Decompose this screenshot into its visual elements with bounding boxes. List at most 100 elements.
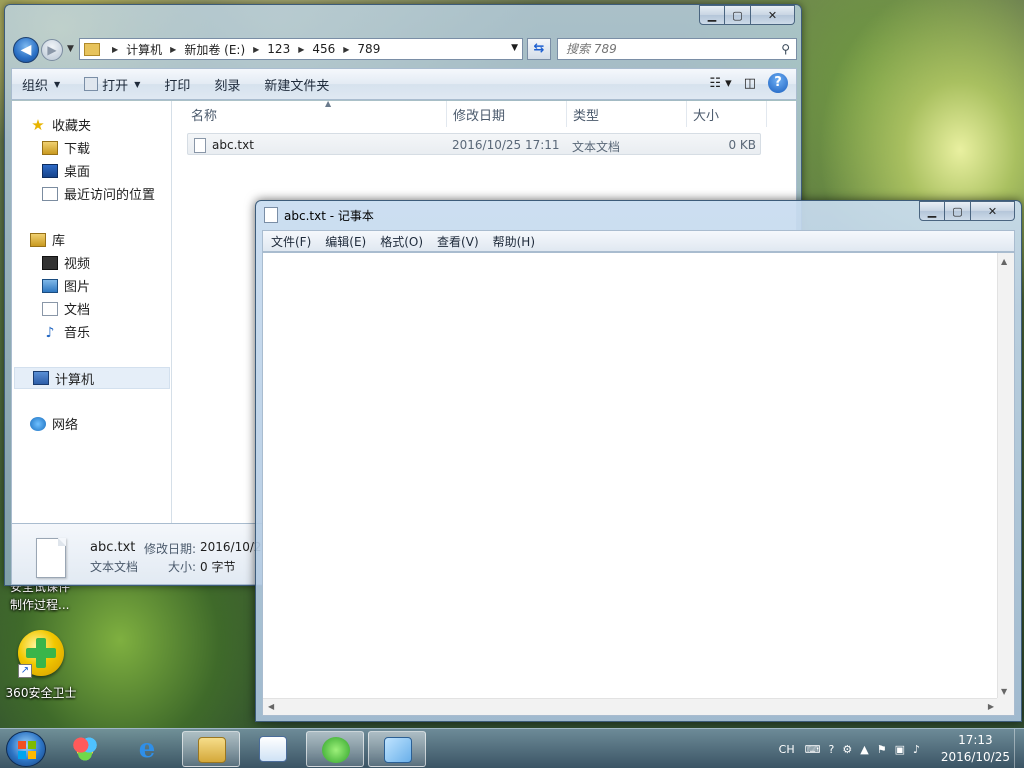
- taskbar-app-notepad[interactable]: [368, 731, 426, 767]
- print-button[interactable]: 打印: [164, 75, 190, 94]
- help-icon[interactable]: ?: [829, 743, 835, 756]
- windows-logo-icon: [18, 741, 36, 759]
- organize-label: 组织: [22, 78, 49, 94]
- chevron-right-icon[interactable]: ▶: [343, 45, 349, 54]
- language-indicator[interactable]: CH: [779, 743, 795, 756]
- scroll-left-icon[interactable]: ◀: [268, 702, 274, 711]
- nav-computer[interactable]: 计算机: [14, 367, 170, 389]
- history-dropdown-icon[interactable]: ▼: [67, 44, 74, 54]
- text-editor[interactable]: [263, 253, 999, 700]
- network-status-icon[interactable]: ▣: [895, 743, 905, 756]
- menu-bar: 文件(F) 编辑(E) 格式(O) 查看(V) 帮助(H): [262, 230, 1015, 252]
- view-options-icon[interactable]: ☷ ▾: [709, 76, 731, 91]
- nav-downloads[interactable]: 下载: [42, 138, 90, 157]
- nav-videos[interactable]: 视频: [42, 253, 90, 272]
- menu-format[interactable]: 格式(O): [380, 233, 423, 250]
- breadcrumb-123[interactable]: 123: [267, 42, 290, 56]
- menu-view[interactable]: 查看(V): [437, 233, 479, 250]
- minimize-button[interactable]: ▁: [699, 5, 725, 25]
- nav-recent-places[interactable]: 最近访问的位置: [42, 184, 155, 203]
- search-input[interactable]: [566, 42, 766, 56]
- minimize-button[interactable]: ▁: [919, 201, 945, 221]
- clock[interactable]: 17:13 2016/10/25: [941, 732, 1010, 766]
- media-player-icon: [259, 736, 287, 762]
- nav-music-label: 音乐: [64, 326, 91, 341]
- chevron-right-icon[interactable]: ▶: [253, 45, 259, 54]
- open-label: 打开: [102, 78, 129, 94]
- chevron-down-icon[interactable]: ▼: [511, 43, 518, 53]
- menu-file[interactable]: 文件(F): [271, 233, 311, 250]
- text-file-icon-large: [36, 538, 66, 578]
- breadcrumb-drive-e[interactable]: 新加卷 (E:): [184, 41, 245, 58]
- forward-button[interactable]: ▶: [41, 39, 63, 61]
- scroll-right-icon[interactable]: ▶: [988, 702, 994, 711]
- scroll-up-icon[interactable]: ▲: [1001, 257, 1007, 266]
- tray-options-icon[interactable]: ⚙: [842, 743, 852, 756]
- burn-button[interactable]: 刻录: [214, 75, 240, 94]
- recent-places-icon: [42, 186, 58, 201]
- close-button[interactable]: ✕: [751, 5, 795, 25]
- desktop-icon-360[interactable]: ↗ 360安全卫士: [4, 630, 78, 701]
- column-header-type[interactable]: 类型: [567, 101, 687, 127]
- nav-libraries-label: 库: [52, 234, 66, 249]
- taskbar-app-360[interactable]: [56, 731, 114, 767]
- back-button[interactable]: ◀: [13, 37, 39, 63]
- keyboard-icon[interactable]: ⌨: [805, 743, 821, 756]
- breadcrumb-computer[interactable]: 计算机: [126, 41, 162, 58]
- taskbar-app-ie[interactable]: e: [118, 731, 176, 767]
- nav-computer-label: 计算机: [55, 372, 95, 388]
- preview-pane-icon[interactable]: ◫: [744, 76, 756, 91]
- column-header-name[interactable]: ▲ 名称: [185, 99, 447, 127]
- column-header-size[interactable]: 大小: [687, 101, 767, 127]
- action-center-icon[interactable]: ⚑: [877, 743, 887, 756]
- navigation-pane: ★ 收藏夹 下载 桌面 最近访问的位置 库 视频 图片 文档 ♪ 音乐 计算机 …: [12, 101, 172, 523]
- show-desktop-button[interactable]: [1014, 729, 1024, 768]
- start-button[interactable]: [6, 731, 46, 767]
- open-button[interactable]: 打开 ▼: [84, 75, 140, 94]
- clock-time: 17:13: [958, 733, 993, 747]
- horizontal-scrollbar[interactable]: ◀ ▶: [263, 698, 999, 715]
- close-button[interactable]: ✕: [971, 201, 1015, 221]
- menu-edit[interactable]: 编辑(E): [325, 233, 366, 250]
- desktop-label-partial-line2[interactable]: 制作过程...: [10, 596, 69, 613]
- editor-area: ▲ ▼ ◀ ▶: [262, 252, 1015, 716]
- taskbar-app-green[interactable]: [306, 731, 364, 767]
- file-row[interactable]: abc.txt 2016/10/25 17:11 文本文档 0 KB: [187, 133, 761, 155]
- nav-favorites[interactable]: ★ 收藏夹: [30, 115, 91, 135]
- nav-desktop[interactable]: 桌面: [42, 161, 90, 180]
- chevron-down-icon: ▼: [54, 79, 61, 89]
- file-size: 0 KB: [728, 138, 756, 152]
- menu-help[interactable]: 帮助(H): [493, 233, 535, 250]
- explorer-window-controls: ▁ ▢ ✕: [699, 5, 795, 25]
- maximize-button[interactable]: ▢: [945, 201, 971, 221]
- help-icon[interactable]: ?: [768, 73, 788, 93]
- chevron-right-icon[interactable]: ▶: [298, 45, 304, 54]
- refresh-button[interactable]: ⇆: [527, 38, 551, 60]
- search-box[interactable]: ⚲: [557, 38, 797, 60]
- organize-button[interactable]: 组织 ▼: [22, 75, 60, 94]
- notepad-icon: [264, 207, 278, 223]
- taskbar-app-media[interactable]: [244, 731, 302, 767]
- show-hidden-icons[interactable]: ▲: [860, 743, 868, 756]
- nav-music[interactable]: ♪ 音乐: [42, 322, 91, 342]
- maximize-button[interactable]: ▢: [725, 5, 751, 25]
- folder-icon: [84, 42, 100, 56]
- new-folder-button[interactable]: 新建文件夹: [264, 75, 329, 94]
- taskbar-app-explorer[interactable]: [182, 731, 240, 767]
- volume-icon[interactable]: ♪: [913, 743, 920, 756]
- column-header-modified[interactable]: 修改日期: [447, 101, 567, 127]
- print-label: 打印: [164, 78, 191, 94]
- breadcrumb-456[interactable]: 456: [312, 42, 335, 56]
- chevron-right-icon[interactable]: ▶: [112, 45, 118, 54]
- nav-documents[interactable]: 文档: [42, 299, 90, 318]
- breadcrumb-789[interactable]: 789: [357, 42, 380, 56]
- search-icon[interactable]: ⚲: [781, 42, 790, 56]
- chevron-right-icon[interactable]: ▶: [170, 45, 176, 54]
- nav-pictures[interactable]: 图片: [42, 276, 90, 295]
- nav-network[interactable]: 网络: [30, 414, 78, 433]
- vertical-scrollbar[interactable]: ▲ ▼: [997, 253, 1014, 700]
- nav-libraries[interactable]: 库: [30, 230, 65, 249]
- scroll-down-icon[interactable]: ▼: [1001, 687, 1007, 696]
- system-tray: CH ⌨ ? ⚙ ▲ ⚑ ▣ ♪: [779, 729, 928, 768]
- address-bar[interactable]: ▶ 计算机 ▶ 新加卷 (E:) ▶ 123 ▶ 456 ▶ 789 ▼: [79, 38, 523, 60]
